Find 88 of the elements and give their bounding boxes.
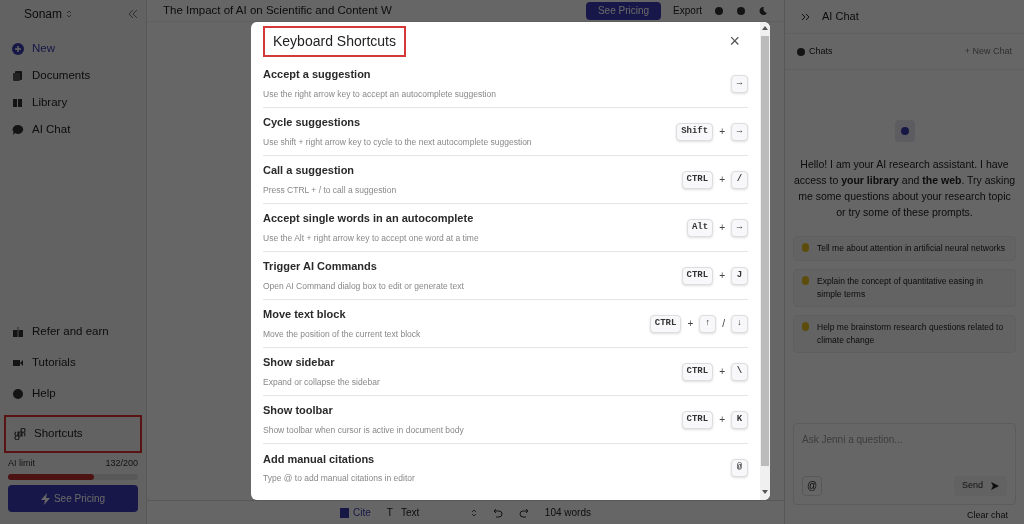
key-separator: + [719,125,725,139]
redo-icon[interactable] [518,507,529,518]
shortcut-title: Trigger AI Commands [263,259,378,275]
collapse-icon[interactable] [128,9,138,19]
key-separator: + [719,221,725,235]
send-icon [991,481,999,490]
clear-chat-button[interactable]: Clear chat [966,508,1008,522]
sidebar-item[interactable]: AI Chat [8,121,138,139]
keycap: CTRL [681,266,714,285]
ai-limit-label: AI limit [8,456,35,470]
key-separator: + [719,413,725,427]
moon-icon[interactable] [758,5,768,16]
books-icon [12,97,24,109]
chat-logo-icon [894,120,915,142]
shortcut-title: Move text block [263,307,347,323]
sidebar-item[interactable]: New [8,40,138,58]
keycap: CTRL [649,314,682,333]
keycap: J [731,266,748,285]
mention-button[interactable]: @ [802,475,822,496]
keycap: K [731,410,748,429]
see-pricing-button[interactable]: See Pricing [585,1,662,20]
shortcut-description: Open AI Command dialog box to edit or generate text [263,279,464,293]
keycap: \ [731,362,748,381]
keycap: CTRL [681,170,714,189]
close-button[interactable]: × [729,32,740,50]
keycap: Shift [676,122,714,141]
workspace-name[interactable]: Sonam [24,5,63,23]
shortcut-title: Accept single words in an autocomplete [263,211,475,227]
shortcut-description: Use the Alt + right arrow key to accept one word at a time [263,231,479,245]
shortcut-title: Accept a suggestion [263,67,372,83]
keycap: ↑ [699,314,717,333]
key-separator: + [719,269,725,283]
text-style-dropdown[interactable]: T Text [386,505,477,520]
sidebar-item[interactable]: Help [8,383,138,404]
keycap: → [731,218,748,237]
lightning-icon [40,492,50,505]
keycap: CTRL [681,362,714,381]
prompt-suggestion[interactable]: Explain the concept of quantitative easing in simple terms [793,269,1016,307]
greeting-message: Hello! I am your AI research assistant. I have access to your library and the web. Try asking me some questions about your research topic or try some of these prompts. [793,157,1016,220]
chevron-up-down-icon [66,9,73,19]
document-title: The Impact of AI on Scientific and Content W [163,2,392,18]
key-separator: + [719,173,725,187]
dialog-title: Keyboard Shortcuts [263,25,406,57]
chevron-up-down-icon [470,507,477,518]
shortcut-title: Show toolbar [263,403,334,419]
shortcut-description: Move the position of the current text block [263,327,421,341]
plus-circle-icon [12,43,24,55]
shortcut-description: Expand or collapse the sidebar [263,375,380,389]
shortcut-title: Call a suggestion [263,163,356,179]
undo-icon[interactable] [492,507,503,518]
documents-icon [12,70,24,82]
shortcut-title: Cycle suggestions [263,115,362,131]
key-separator: + [687,317,694,331]
sidebar-item[interactable]: Library [8,94,138,112]
word-count: 104 words [544,506,591,520]
see-pricing-button[interactable]: See Pricing [8,485,138,512]
shortcut-description: Type @ to add manual citations in editor [263,472,415,486]
shortcut-description: Press CTRL + / to call a suggestion [263,183,397,197]
keycap: → [731,122,748,141]
shortcut-title: Add manual citations [263,451,376,467]
key-separator: / [722,317,725,331]
gift-icon [12,325,24,338]
chats-label[interactable]: Chats [809,44,833,59]
keycap: / [731,170,748,189]
prompt-suggestion[interactable]: Help me brainstorm research questions related to climate change [793,315,1016,353]
sidebar-item[interactable]: Tutorials [8,352,138,373]
shortcut-description: Show toolbar when cursor is active in document body [263,423,464,437]
ai-limit-reading: 132/200 [105,456,138,470]
chat-bubble-icon [12,124,24,136]
sidebar-item[interactable]: Shortcuts [4,414,142,453]
panel-title: AI Chat [822,9,859,25]
keycap: → [731,74,748,93]
keycap: @ [731,459,748,477]
cite-button[interactable]: Cite [340,505,371,520]
sidebar-item[interactable]: Refer and earn [8,321,138,342]
keycap: Alt [686,218,714,237]
shortcut-title: Show sidebar [263,355,336,371]
sidebar-item[interactable]: Documents [8,67,138,85]
export-button[interactable]: Export [673,3,702,18]
scrollbar[interactable] [760,22,770,500]
prompt-suggestion[interactable]: Tell me about attention in artificial neural networks [793,236,1016,261]
keycap: ↓ [731,314,748,333]
expand-icon[interactable] [801,12,810,21]
shortcut-description: Use the right arrow key to accept an autocomplete suggestion [263,87,496,101]
key-separator: + [719,365,725,379]
shortcut-description: Use shift + right arrow key to cycle to the next autocomplete suggestion [263,135,532,149]
send-button[interactable]: Send [953,475,1007,496]
keycap: CTRL [681,410,714,429]
